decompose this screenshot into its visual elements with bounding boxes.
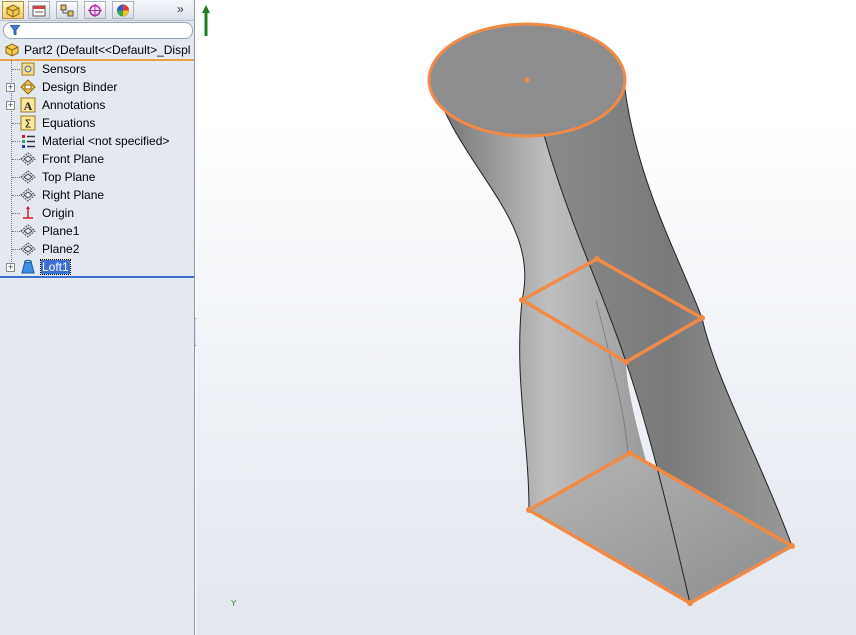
feature-tree: Sensors + Design Binder + A Annotations … xyxy=(0,60,194,276)
panel-toolbar: » xyxy=(0,0,194,21)
tree-item-annotations[interactable]: + A Annotations xyxy=(0,96,194,114)
display-manager-tab[interactable] xyxy=(112,1,134,19)
feature-manager-tab[interactable] xyxy=(2,1,24,19)
dimxpert-manager-tab[interactable] xyxy=(84,1,106,19)
tree-item-top-plane[interactable]: Top Plane xyxy=(0,168,194,186)
feature-manager-icon xyxy=(6,4,20,18)
tree-item-design-binder[interactable]: + Design Binder xyxy=(0,78,194,96)
tree-item-loft1[interactable]: + Loft1 xyxy=(0,258,194,276)
svg-text:A: A xyxy=(24,99,33,113)
plane-icon xyxy=(20,242,36,256)
reference-triad-icon xyxy=(202,5,210,36)
sensors-icon xyxy=(21,62,35,76)
tree-filter-input[interactable] xyxy=(3,22,193,39)
tree-item-equations[interactable]: Σ Equations xyxy=(0,114,194,132)
expand-toggle[interactable]: + xyxy=(6,83,15,92)
loft-icon xyxy=(21,259,35,274)
dimxpert-manager-icon xyxy=(88,4,102,17)
graphics-area[interactable]: Y xyxy=(196,0,856,635)
plane-icon xyxy=(20,152,36,166)
expand-toggle[interactable]: + xyxy=(6,263,15,272)
more-tabs-button[interactable]: » xyxy=(177,2,184,16)
expand-toggle[interactable]: + xyxy=(6,101,15,110)
tree-item-origin[interactable]: Origin xyxy=(0,204,194,222)
configuration-manager-icon xyxy=(60,4,74,17)
plane-icon xyxy=(20,188,36,202)
part-icon xyxy=(5,43,19,57)
tree-item-material[interactable]: Material <not specified> xyxy=(0,132,194,150)
tree-item-front-plane[interactable]: Front Plane xyxy=(0,150,194,168)
design-binder-icon xyxy=(20,79,36,95)
plane-icon xyxy=(20,170,36,184)
equations-icon: Σ xyxy=(20,115,36,131)
loft-model xyxy=(427,22,795,606)
annotations-icon: A xyxy=(20,97,36,113)
tree-item-sensors[interactable]: Sensors xyxy=(0,60,194,78)
material-icon xyxy=(22,135,35,148)
property-manager-icon xyxy=(32,5,46,17)
feature-manager-panel: » Part2 (Default<<Default>_Displ Sensors… xyxy=(0,0,195,635)
filter-icon xyxy=(10,25,20,35)
display-manager-icon xyxy=(117,4,129,17)
selected-feature-label: Loft1 xyxy=(40,259,71,275)
origin-icon xyxy=(23,206,33,219)
tree-root-part[interactable]: Part2 (Default<<Default>_Displ xyxy=(0,40,194,61)
configuration-manager-tab[interactable] xyxy=(56,1,78,19)
rollback-bar[interactable] xyxy=(0,276,194,278)
tree-item-plane1[interactable]: Plane1 xyxy=(0,222,194,240)
svg-text:Σ: Σ xyxy=(25,118,32,131)
triad-y-label: Y xyxy=(231,599,237,608)
property-manager-tab[interactable] xyxy=(28,1,50,19)
plane-icon xyxy=(20,224,36,238)
tree-item-plane2[interactable]: Plane2 xyxy=(0,240,194,258)
tree-root-label: Part2 (Default<<Default>_Displ xyxy=(24,43,191,57)
tree-item-right-plane[interactable]: Right Plane xyxy=(0,186,194,204)
